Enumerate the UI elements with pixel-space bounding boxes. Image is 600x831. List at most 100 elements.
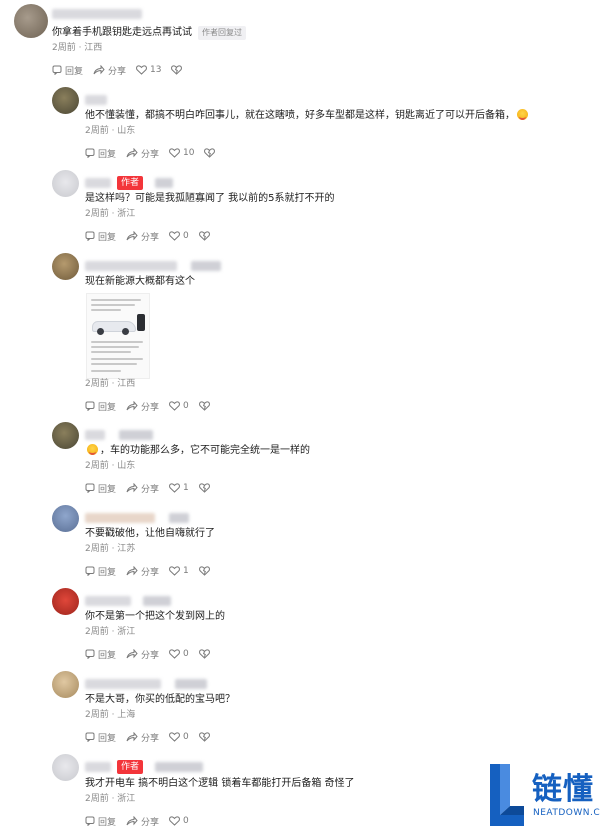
avatar[interactable] — [52, 671, 79, 698]
heart-icon — [169, 566, 180, 576]
heart-icon — [169, 231, 180, 241]
heart-icon — [169, 649, 180, 659]
like-button[interactable]: 0 — [169, 649, 189, 659]
like-button[interactable]: 0 — [169, 231, 189, 241]
dislike-button[interactable] — [198, 401, 210, 411]
share-button[interactable]: 分享 — [126, 482, 159, 495]
dislike-button[interactable] — [171, 65, 183, 75]
share-icon — [126, 649, 138, 659]
author-badge: 作者 — [117, 176, 144, 190]
avatar[interactable] — [52, 253, 79, 280]
avatar[interactable] — [52, 754, 79, 781]
neatdown-logo-icon — [486, 760, 528, 831]
username[interactable] — [85, 258, 221, 274]
comment-meta: 2周前 · 浙江 — [85, 209, 136, 219]
like-button[interactable]: 1 — [169, 483, 189, 493]
comment-text: ，车的功能那么多，它不可能完全统一是一样的 — [100, 445, 310, 456]
avatar[interactable] — [52, 505, 79, 532]
comment-text: 他不懂装懂，都搞不明白咋回事儿，就在这瞎喷，好多车型都是这样，钥匙离近了可以开后… — [85, 110, 515, 121]
comment-meta: 2周前 · 浙江 — [85, 794, 136, 804]
comment-text: 你不是第一个把这个发到网上的 — [85, 611, 225, 622]
reply-icon — [85, 566, 95, 576]
reply-icon — [85, 231, 95, 241]
watermark-subtitle: NEATDOWN.COM — [533, 808, 600, 818]
like-button[interactable]: 0 — [169, 732, 189, 742]
heart-broken-icon — [204, 148, 216, 158]
like-button[interactable]: 1 — [169, 566, 189, 576]
like-count: 13 — [150, 65, 162, 75]
comment-meta: 2周前 · 江苏 — [85, 544, 136, 554]
reply-button[interactable]: 回复 — [85, 147, 116, 160]
username[interactable]: 作者 — [85, 175, 174, 191]
username[interactable] — [52, 6, 142, 22]
watermark-title: 链懂 — [532, 772, 594, 807]
reply-button[interactable]: 回复 — [85, 565, 116, 578]
comment-text: 现在新能源大概都有这个 — [85, 276, 195, 287]
username[interactable] — [85, 427, 153, 443]
share-button[interactable]: 分享 — [126, 400, 159, 413]
username[interactable] — [85, 676, 207, 692]
author-badge: 作者 — [117, 760, 144, 774]
comment-meta: 2周前 · 上海 — [85, 710, 136, 720]
avatar[interactable] — [14, 4, 48, 38]
share-button[interactable]: 分享 — [126, 565, 159, 578]
reply-icon — [85, 649, 95, 659]
avatar[interactable] — [52, 588, 79, 615]
dislike-button[interactable] — [198, 649, 210, 659]
avatar[interactable] — [52, 422, 79, 449]
like-count: 1 — [183, 566, 189, 576]
reply-icon — [52, 65, 62, 75]
share-button[interactable]: 分享 — [126, 230, 159, 243]
like-count: 0 — [183, 401, 189, 411]
comment-text: 你拿着手机跟钥匙走远点再试试 — [52, 27, 192, 38]
reply-icon — [85, 148, 95, 158]
share-button[interactable]: 分享 — [126, 731, 159, 744]
reply-button[interactable]: 回复 — [85, 815, 116, 828]
dislike-button[interactable] — [198, 483, 210, 493]
laugh-emoji-icon — [517, 109, 528, 120]
reply-button[interactable]: 回复 — [85, 731, 116, 744]
username[interactable] — [85, 92, 107, 108]
comment-text: 不是大哥，你买的低配的宝马吧？ — [85, 694, 235, 705]
like-button[interactable]: 13 — [136, 65, 161, 75]
heart-broken-icon — [198, 732, 210, 742]
avatar[interactable] — [52, 87, 79, 114]
like-count: 1 — [183, 483, 189, 493]
dislike-button[interactable] — [204, 148, 216, 158]
heart-broken-icon — [198, 401, 210, 411]
reply-button[interactable]: 回复 — [85, 482, 116, 495]
dislike-button[interactable] — [198, 566, 210, 576]
like-count: 0 — [183, 231, 189, 241]
comment-meta: 2周前 · 山东 — [85, 461, 136, 471]
comment-meta: 2周前 · 山东 — [85, 126, 136, 136]
comment-image[interactable] — [86, 293, 150, 379]
heart-broken-icon — [171, 65, 183, 75]
username[interactable] — [85, 593, 171, 609]
like-button[interactable]: 0 — [169, 816, 189, 826]
laugh-emoji-icon — [87, 444, 98, 455]
reply-button[interactable]: 回复 — [52, 64, 83, 77]
heart-broken-icon — [198, 231, 210, 241]
like-count: 10 — [183, 148, 195, 158]
comment-text: 是这样吗？可能是我孤陋寡闻了 我以前的5系就打不开的 — [85, 193, 335, 204]
avatar[interactable] — [52, 170, 79, 197]
heart-broken-icon — [198, 483, 210, 493]
heart-icon — [136, 65, 147, 75]
reply-button[interactable]: 回复 — [85, 230, 116, 243]
reply-button[interactable]: 回复 — [85, 648, 116, 661]
site-watermark: 链懂 NEATDOWN.COM — [486, 760, 600, 831]
share-button[interactable]: 分享 — [126, 815, 159, 828]
username[interactable] — [85, 510, 189, 526]
like-button[interactable]: 10 — [169, 148, 194, 158]
share-button[interactable]: 分享 — [126, 648, 159, 661]
share-icon — [126, 816, 138, 826]
reply-button[interactable]: 回复 — [85, 400, 116, 413]
like-button[interactable]: 0 — [169, 401, 189, 411]
comment-meta: 2周前 · 江西 — [52, 43, 103, 53]
heart-icon — [169, 483, 180, 493]
share-button[interactable]: 分享 — [126, 147, 159, 160]
username[interactable]: 作者 — [85, 759, 204, 775]
share-button[interactable]: 分享 — [93, 64, 126, 77]
dislike-button[interactable] — [198, 732, 210, 742]
dislike-button[interactable] — [198, 231, 210, 241]
